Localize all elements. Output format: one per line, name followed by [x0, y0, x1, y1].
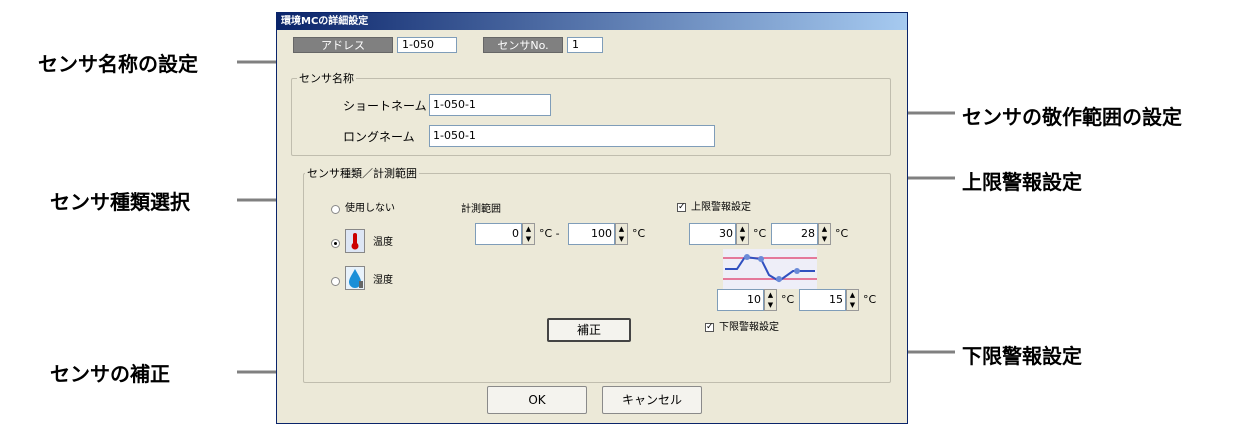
range-min-arrows[interactable]: ▲ ▼ — [522, 223, 535, 245]
long-name-input[interactable]: 1-050-1 — [429, 125, 715, 147]
lower-alarm-1-unit: °C — [781, 293, 795, 306]
range-max-unit: °C — [632, 227, 646, 240]
radio-humidity[interactable] — [331, 277, 340, 286]
callout-upper-alarm: 上限警報設定 — [962, 170, 1082, 194]
radio-temperature[interactable] — [331, 239, 340, 248]
upper-alarm-2-value[interactable]: 28 — [771, 223, 818, 245]
alarm-graph-icon — [723, 249, 817, 289]
spin-down-icon[interactable]: ▼ — [523, 234, 534, 244]
callout-range: センサの敬作範囲の設定 — [962, 105, 1182, 129]
range-min-value[interactable]: 0 — [475, 223, 522, 245]
ok-button[interactable]: OK — [487, 386, 587, 414]
lower-alarm-2-arrows[interactable]: ▲ ▼ — [846, 289, 859, 311]
spin-down-icon[interactable]: ▼ — [847, 300, 858, 310]
lower-alarm-1-spinner[interactable]: 10 ▲ ▼ — [717, 289, 777, 311]
spin-up-icon[interactable]: ▲ — [765, 290, 776, 300]
short-name-input[interactable]: 1-050-1 — [429, 94, 551, 116]
cancel-button[interactable]: キャンセル — [602, 386, 702, 414]
spin-down-icon[interactable]: ▼ — [616, 234, 627, 244]
spin-up-icon[interactable]: ▲ — [616, 224, 627, 234]
callout-sensor-name: センサ名称の設定 — [38, 52, 198, 76]
long-name-label: ロングネーム — [343, 130, 415, 144]
range-max-arrows[interactable]: ▲ ▼ — [615, 223, 628, 245]
lower-alarm-1-value[interactable]: 10 — [717, 289, 764, 311]
lower-alarm-2-value[interactable]: 15 — [799, 289, 846, 311]
sensor-name-legend: センサ名称 — [297, 72, 356, 85]
range-min-unit: °C - — [539, 227, 560, 240]
correction-button[interactable]: 補正 — [547, 318, 631, 342]
lower-alarm-1-arrows[interactable]: ▲ ▼ — [764, 289, 777, 311]
range-label: 計測範囲 — [461, 204, 501, 215]
thermometer-icon — [345, 229, 365, 253]
spin-up-icon[interactable]: ▲ — [737, 224, 748, 234]
option-humidity-label: 湿度 — [373, 275, 393, 286]
dialog-title: 環境MCの詳細設定 — [277, 13, 907, 30]
lower-alarm-2-spinner[interactable]: 15 ▲ ▼ — [799, 289, 859, 311]
range-max-spinner[interactable]: 100 ▲ ▼ — [568, 223, 628, 245]
upper-alarm-2-arrows[interactable]: ▲ ▼ — [818, 223, 831, 245]
spin-down-icon[interactable]: ▼ — [819, 234, 830, 244]
address-label: アドレス — [293, 37, 393, 53]
spin-up-icon[interactable]: ▲ — [819, 224, 830, 234]
sensor-type-legend: センサ種類／計測範囲 — [305, 167, 419, 180]
upper-alarm-2-spinner[interactable]: 28 ▲ ▼ — [771, 223, 831, 245]
range-min-spinner[interactable]: 0 ▲ ▼ — [475, 223, 535, 245]
callout-correction: センサの補正 — [50, 362, 170, 386]
option-unused-label: 使用しない — [345, 203, 395, 214]
spin-up-icon[interactable]: ▲ — [523, 224, 534, 234]
short-name-label: ショートネーム — [343, 99, 427, 113]
upper-alarm-label: 上限警報設定 — [691, 202, 751, 213]
upper-alarm-1-unit: °C — [753, 227, 767, 240]
address-value: 1-050 — [397, 37, 457, 53]
spin-down-icon[interactable]: ▼ — [737, 234, 748, 244]
upper-alarm-1-value[interactable]: 30 — [689, 223, 736, 245]
lower-alarm-checkbox[interactable]: ✓ — [705, 323, 714, 332]
callout-sensor-type: センサ種類選択 — [50, 190, 190, 214]
option-temperature-label: 温度 — [373, 237, 393, 248]
sensor-no-value: 1 — [567, 37, 603, 53]
upper-alarm-checkbox[interactable]: ✓ — [677, 203, 686, 212]
callout-lower-alarm: 下限警報設定 — [962, 344, 1082, 368]
radio-unused[interactable] — [331, 205, 340, 214]
upper-alarm-1-arrows[interactable]: ▲ ▼ — [736, 223, 749, 245]
spin-down-icon[interactable]: ▼ — [765, 300, 776, 310]
upper-alarm-1-spinner[interactable]: 30 ▲ ▼ — [689, 223, 749, 245]
water-drop-icon — [345, 266, 365, 290]
spin-up-icon[interactable]: ▲ — [847, 290, 858, 300]
sensor-no-label: センサNo. — [483, 37, 563, 53]
lower-alarm-2-unit: °C — [863, 293, 877, 306]
upper-alarm-2-unit: °C — [835, 227, 849, 240]
lower-alarm-label: 下限警報設定 — [719, 322, 779, 333]
range-max-value[interactable]: 100 — [568, 223, 615, 245]
detail-settings-dialog: 環境MCの詳細設定 アドレス 1-050 センサNo. 1 センサ名称 ショート… — [276, 12, 908, 424]
